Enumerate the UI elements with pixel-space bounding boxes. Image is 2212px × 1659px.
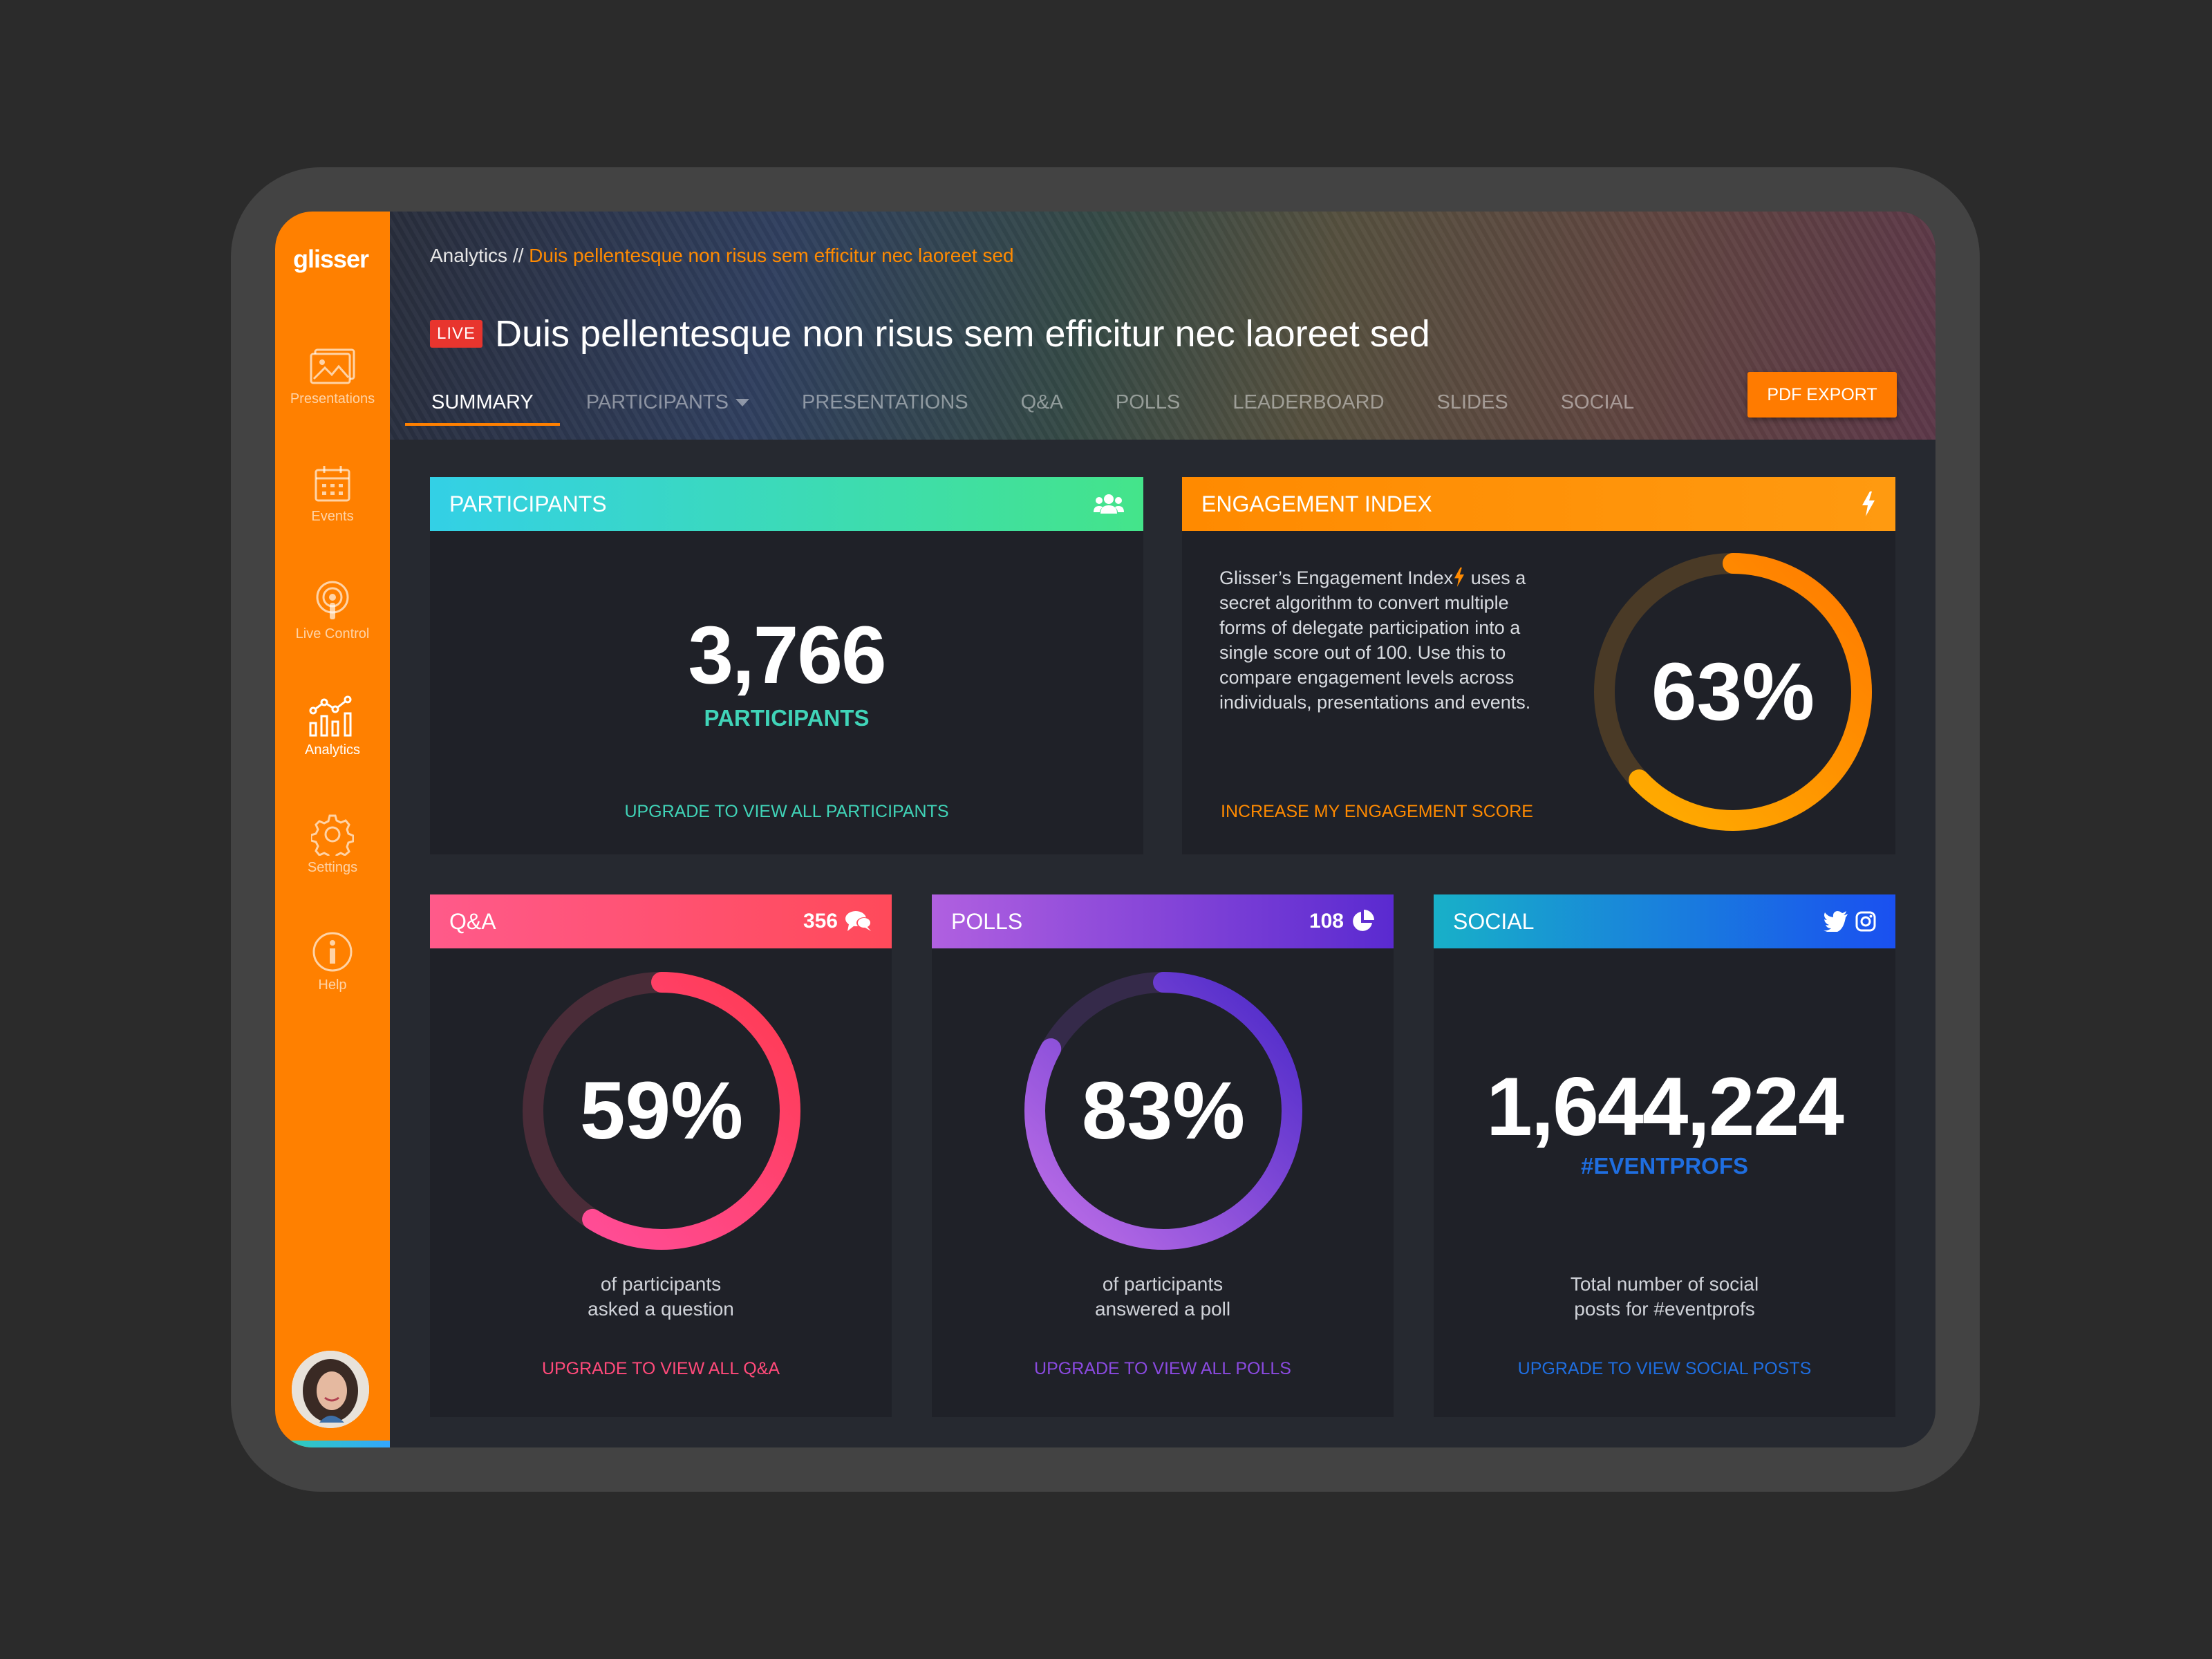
polls-card-title: POLLS — [951, 908, 1023, 934]
social-description: Total number of social posts for #eventpr… — [1570, 1273, 1759, 1320]
sidebar-item-analytics[interactable]: Analytics — [275, 695, 390, 758]
podcast-icon — [316, 581, 349, 619]
sidebar-item-label: Events — [311, 509, 354, 524]
upgrade-polls-link[interactable]: UPGRADE TO VIEW ALL POLLS — [932, 1359, 1394, 1379]
breadcrumb-root[interactable]: Analytics // — [430, 245, 523, 266]
qa-description: of participants asked a question — [588, 1273, 734, 1320]
image-icon — [310, 348, 355, 384]
sidebar-item-label: Presentations — [290, 391, 375, 406]
tab-summary[interactable]: SUMMARY — [405, 387, 560, 426]
qa-card: Q&A 356 59% of participants asked a ques… — [430, 894, 892, 1417]
social-hashtag: #EVENTPROFS — [1580, 1153, 1749, 1179]
upgrade-participants-link[interactable]: UPGRADE TO VIEW ALL PARTICIPANTS — [430, 802, 1143, 822]
user-photo — [292, 1351, 369, 1428]
sidebar: glisser Presentations Events Live Contro… — [275, 212, 390, 1447]
sidebar-item-events[interactable]: Events — [275, 463, 390, 525]
engagement-card-header: ENGAGEMENT INDEX — [1182, 477, 1895, 531]
tab-presentations[interactable]: PRESENTATIONS — [776, 387, 995, 426]
polls-count: 108 — [1309, 910, 1374, 933]
sidebar-item-settings[interactable]: Settings — [275, 813, 390, 876]
title-row: LIVE Duis pellentesque non risus sem eff… — [430, 312, 1430, 355]
info-icon — [312, 932, 353, 972]
tab-bar: SUMMARY PARTICIPANTS PRESENTATIONS Q&A P… — [405, 387, 1660, 426]
social-card-title: SOCIAL — [1453, 908, 1535, 934]
participants-label: PARTICIPANTS — [704, 705, 870, 731]
tab-leaderboard[interactable]: LEADERBOARD — [1206, 387, 1410, 426]
polls-description: of participants answered a poll — [1094, 1273, 1231, 1320]
tab-slides[interactable]: SLIDES — [1411, 387, 1535, 426]
engagement-card-title: ENGAGEMENT INDEX — [1201, 491, 1432, 516]
sidebar-item-presentations[interactable]: Presentations — [275, 347, 390, 407]
social-value: 1,644,224 — [1486, 1060, 1844, 1153]
upgrade-social-link[interactable]: UPGRADE TO VIEW SOCIAL POSTS — [1434, 1359, 1895, 1379]
qa-value: 59% — [579, 1065, 744, 1156]
avatar[interactable] — [292, 1351, 369, 1428]
sidebar-item-label: Live Control — [295, 626, 370, 641]
chevron-down-icon — [735, 399, 749, 406]
glisser-logo[interactable]: glisser — [293, 245, 369, 274]
participants-card: PARTICIPANTS 3,766 PARTICIPANTS UPGRADE … — [430, 477, 1143, 854]
twitter-icon[interactable] — [1824, 911, 1848, 932]
participants-card-header: PARTICIPANTS — [430, 477, 1143, 531]
tab-social[interactable]: SOCIAL — [1535, 387, 1660, 426]
participants-value: 3,766 — [688, 610, 886, 701]
lightning-icon — [1454, 568, 1465, 587]
qa-count: 356 — [803, 910, 872, 933]
polls-card-header: POLLS 108 — [932, 894, 1394, 948]
tab-polls[interactable]: POLLS — [1089, 387, 1207, 426]
social-icons — [1824, 911, 1876, 932]
polls-gauge: 83% — [1020, 968, 1306, 1254]
engagement-description: Glisser’s Engagement Index uses a secret… — [1219, 568, 1531, 713]
engagement-card: ENGAGEMENT INDEX Glisser’s Engagement In… — [1182, 477, 1895, 854]
social-card-header: SOCIAL — [1434, 894, 1895, 948]
breadcrumb: Analytics // Duis pellentesque non risus… — [430, 245, 1014, 267]
sidebar-item-help[interactable]: Help — [275, 930, 390, 993]
qa-card-title: Q&A — [449, 908, 496, 934]
qa-count-value: 356 — [803, 910, 838, 932]
participants-card-title: PARTICIPANTS — [449, 491, 607, 516]
increase-engagement-link[interactable]: INCREASE MY ENGAGEMENT SCORE — [1221, 802, 1533, 822]
instagram-icon[interactable] — [1855, 911, 1876, 932]
page-header: Analytics // Duis pellentesque non risus… — [390, 212, 1936, 440]
page-title: Duis pellentesque non risus sem efficitu… — [495, 313, 1430, 355]
polls-value: 83% — [1081, 1065, 1246, 1156]
upgrade-qa-link[interactable]: UPGRADE TO VIEW ALL Q&A — [430, 1359, 892, 1379]
sidebar-accent-strip — [275, 1441, 390, 1447]
app-screen: glisser Presentations Events Live Contro… — [275, 212, 1936, 1447]
sidebar-item-label: Settings — [307, 860, 358, 875]
users-icon — [1094, 494, 1124, 514]
gear-icon — [311, 814, 354, 856]
analytics-icon — [309, 695, 352, 737]
calendar-icon — [315, 466, 350, 502]
engagement-value: 63% — [1651, 646, 1815, 738]
social-card: SOCIAL 1,644,224 #EVENTPROFS Total numbe… — [1434, 894, 1895, 1417]
lightning-icon — [1862, 491, 1875, 516]
sidebar-item-label: Help — [318, 977, 347, 993]
engagement-gauge: 63% — [1590, 549, 1876, 835]
tab-participants[interactable]: PARTICIPANTS — [560, 387, 776, 426]
polls-count-value: 108 — [1309, 910, 1344, 932]
pie-chart-icon — [1353, 910, 1374, 931]
live-badge: LIVE — [430, 320, 483, 348]
sidebar-item-label: Analytics — [304, 742, 361, 758]
sidebar-item-live-control[interactable]: Live Control — [275, 579, 390, 642]
pdf-export-button[interactable]: PDF EXPORT — [1747, 372, 1897, 418]
qa-card-header: Q&A 356 — [430, 894, 892, 948]
breadcrumb-current: Duis pellentesque non risus sem efficitu… — [529, 245, 1014, 266]
comments-icon — [845, 911, 872, 931]
tab-qa[interactable]: Q&A — [995, 387, 1089, 426]
qa-gauge: 59% — [518, 968, 805, 1254]
polls-card: POLLS 108 83% of participants answered a… — [932, 894, 1394, 1417]
